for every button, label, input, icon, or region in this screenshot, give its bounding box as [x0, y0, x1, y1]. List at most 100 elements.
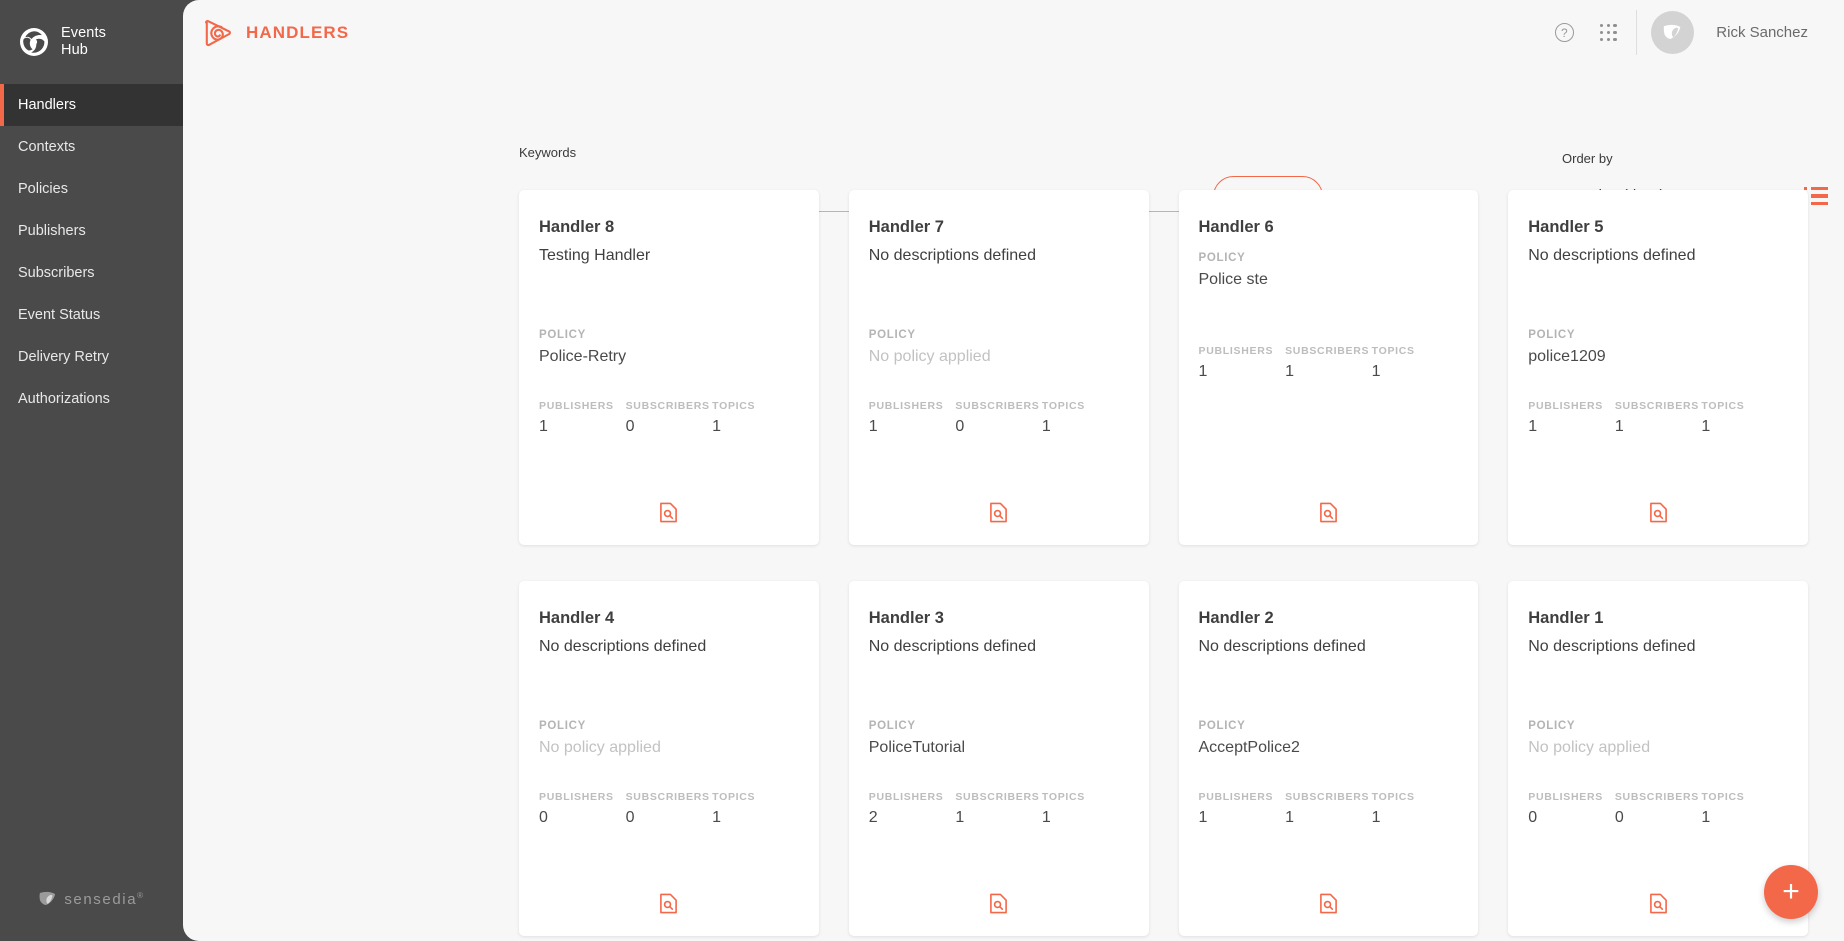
document-search-icon[interactable]	[659, 502, 678, 523]
sidebar-item-contexts[interactable]: Contexts	[0, 126, 183, 168]
document-search-icon[interactable]	[1649, 893, 1668, 914]
policy-value: No policy applied	[539, 739, 799, 757]
header-actions: ? Rick Sanchez	[1542, 10, 1808, 55]
sidebar-item-delivery-retry[interactable]: Delivery Retry	[0, 336, 183, 378]
handler-card[interactable]: Handler 1 No descriptions defined POLICY…	[1508, 581, 1808, 936]
card-title: Handler 6	[1199, 218, 1459, 237]
card-title: Handler 8	[539, 218, 799, 237]
card-description: Testing Handler	[539, 246, 799, 266]
document-search-icon[interactable]	[659, 893, 678, 914]
card-title: Handler 3	[869, 609, 1129, 628]
stat-subscribers: SUBSCRIBERS 0	[1615, 791, 1702, 827]
stat-topics: TOPICS 1	[1701, 400, 1788, 436]
document-search-icon[interactable]	[989, 502, 1008, 523]
stat-value: 1	[1042, 418, 1129, 436]
card-action-row	[519, 893, 819, 914]
help-button[interactable]: ?	[1542, 11, 1586, 55]
card-stats: PUBLISHERS 2 SUBSCRIBERS 1 TOPICS 1	[869, 791, 1129, 827]
card-action-row	[519, 502, 819, 523]
sensedia-wordmark: sensedia®	[64, 891, 144, 908]
card-title: Handler 7	[869, 218, 1129, 237]
stat-label: PUBLISHERS	[539, 791, 626, 803]
sidebar-item-subscribers[interactable]: Subscribers	[0, 252, 183, 294]
handler-card[interactable]: Handler 6 POLICY Police ste PUBLISHERS 1…	[1179, 190, 1479, 545]
sidebar-item-label: Authorizations	[18, 391, 110, 407]
stat-label: TOPICS	[1042, 400, 1129, 412]
sidebar-item-publishers[interactable]: Publishers	[0, 210, 183, 252]
sidebar-item-label: Delivery Retry	[18, 349, 109, 365]
stat-value: 1	[1372, 363, 1459, 381]
sidebar: EventsHub Handlers Contexts Policies Pub…	[0, 0, 183, 941]
card-title: Handler 4	[539, 609, 799, 628]
stat-topics: TOPICS 1	[1042, 791, 1129, 827]
sidebar-item-label: Policies	[18, 181, 68, 197]
stat-topics: TOPICS 1	[712, 400, 799, 436]
card-policy-block: POLICY Police ste	[1199, 252, 1459, 289]
sensedia-footer-logo: sensedia®	[0, 871, 183, 941]
card-stats: PUBLISHERS 1 SUBSCRIBERS 1 TOPICS 1	[1199, 791, 1459, 827]
policy-label: POLICY	[1199, 252, 1459, 264]
handler-card[interactable]: Handler 2 No descriptions defined POLICY…	[1179, 581, 1479, 936]
stat-label: TOPICS	[1372, 345, 1459, 357]
stat-value: 1	[1199, 363, 1286, 381]
card-stats: PUBLISHERS 1 SUBSCRIBERS 0 TOPICS 1	[539, 400, 799, 436]
card-policy-block: POLICY police1209	[1528, 329, 1788, 366]
stat-label: SUBSCRIBERS	[626, 400, 713, 412]
stat-label: SUBSCRIBERS	[1285, 345, 1372, 357]
page-title-group: HANDLERS	[201, 16, 349, 50]
stat-topics: TOPICS 1	[1372, 345, 1459, 381]
stat-value: 1	[1042, 809, 1129, 827]
add-handler-button[interactable]: +	[1764, 865, 1818, 919]
sidebar-item-policies[interactable]: Policies	[0, 168, 183, 210]
handler-card[interactable]: Handler 4 No descriptions defined POLICY…	[519, 581, 819, 936]
stat-value: 1	[1285, 363, 1372, 381]
sidebar-item-authorizations[interactable]: Authorizations	[0, 378, 183, 420]
document-search-icon[interactable]	[989, 893, 1008, 914]
sidebar-brand-label: EventsHub	[61, 25, 106, 59]
stat-label: TOPICS	[1701, 791, 1788, 803]
apps-menu-button[interactable]	[1586, 11, 1630, 55]
stat-value: 1	[1285, 809, 1372, 827]
policy-value: No policy applied	[869, 348, 1129, 366]
card-policy-block: POLICY AcceptPolice2	[1199, 720, 1459, 757]
handler-card[interactable]: Handler 8 Testing Handler POLICY Police-…	[519, 190, 819, 545]
stat-value: 1	[955, 809, 1042, 827]
stat-label: SUBSCRIBERS	[1615, 791, 1702, 803]
card-action-row	[1179, 893, 1479, 914]
card-action-row	[1179, 502, 1479, 523]
stat-subscribers: SUBSCRIBERS 0	[955, 400, 1042, 436]
document-search-icon[interactable]	[1319, 502, 1338, 523]
sensedia-mark-icon	[38, 890, 57, 909]
document-search-icon[interactable]	[1649, 502, 1668, 523]
card-policy-block: POLICY Police-Retry	[539, 329, 799, 366]
stat-label: SUBSCRIBERS	[1615, 400, 1702, 412]
stat-topics: TOPICS 1	[712, 791, 799, 827]
handler-card[interactable]: Handler 3 No descriptions defined POLICY…	[849, 581, 1149, 936]
handler-card[interactable]: Handler 5 No descriptions defined POLICY…	[1508, 190, 1808, 545]
user-avatar-icon[interactable]	[1651, 11, 1694, 54]
handler-card[interactable]: Handler 7 No descriptions defined POLICY…	[849, 190, 1149, 545]
card-title: Handler 2	[1199, 609, 1459, 628]
policy-value: police1209	[1528, 348, 1788, 366]
stat-value: 1	[1701, 418, 1788, 436]
stat-label: TOPICS	[712, 791, 799, 803]
policy-value: Police-Retry	[539, 348, 799, 366]
app-header: HANDLERS ? Rick Sanchez	[183, 0, 1844, 65]
policy-value: PoliceTutorial	[869, 739, 1129, 757]
card-stats: PUBLISHERS 1 SUBSCRIBERS 0 TOPICS 1	[869, 400, 1129, 436]
sidebar-brand[interactable]: EventsHub	[0, 0, 183, 84]
sidebar-item-handlers[interactable]: Handlers	[0, 84, 183, 126]
card-description: No descriptions defined	[1528, 637, 1788, 657]
sidebar-item-label: Handlers	[18, 97, 76, 113]
help-icon: ?	[1555, 23, 1574, 42]
stat-publishers: PUBLISHERS 1	[1528, 400, 1615, 436]
document-search-icon[interactable]	[1319, 893, 1338, 914]
sidebar-item-event-status[interactable]: Event Status	[0, 294, 183, 336]
stat-label: PUBLISHERS	[869, 400, 956, 412]
stat-value: 1	[1372, 809, 1459, 827]
sidebar-item-label: Contexts	[18, 139, 75, 155]
stat-value: 1	[1701, 809, 1788, 827]
sidebar-nav: Handlers Contexts Policies Publishers Su…	[0, 84, 183, 420]
stat-value: 1	[1528, 418, 1615, 436]
header-divider	[1636, 10, 1637, 55]
